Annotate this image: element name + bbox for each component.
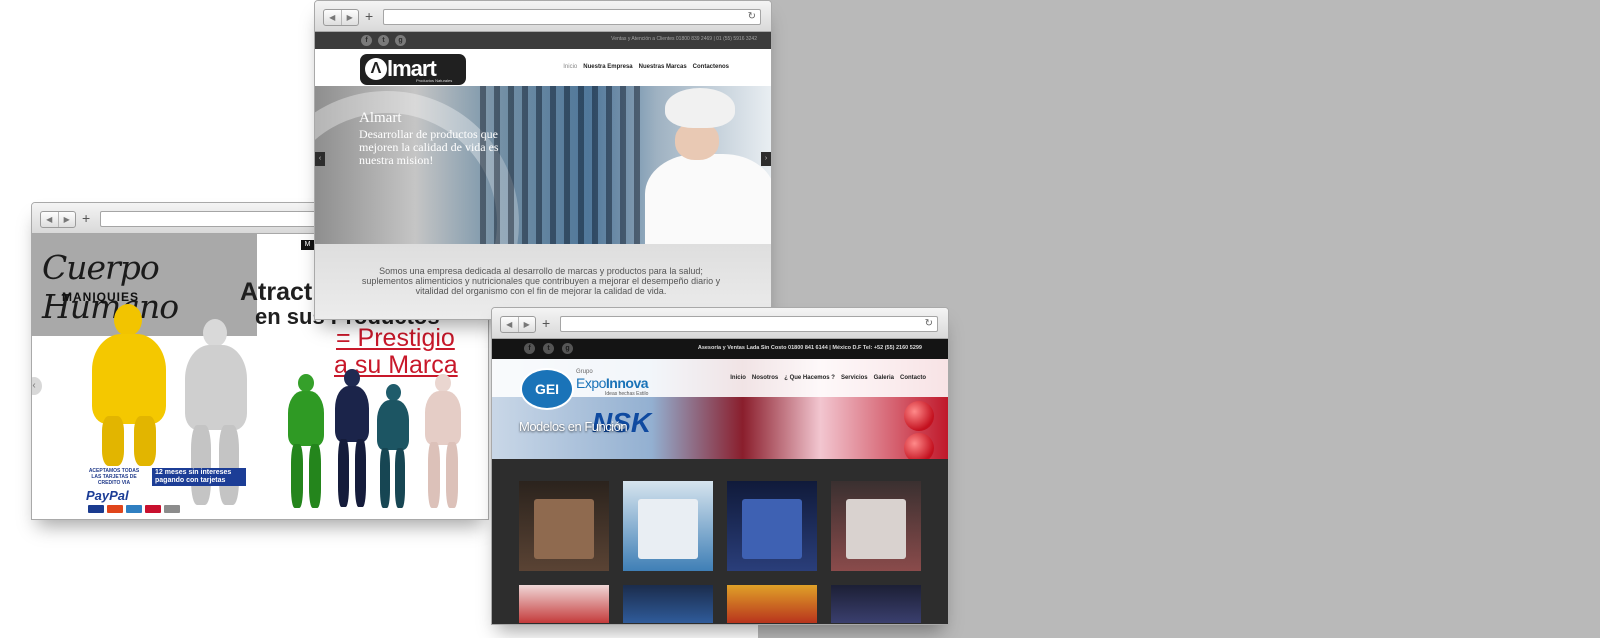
reload-icon[interactable]: ↻ xyxy=(748,10,756,24)
gallery-thumbnail[interactable] xyxy=(831,585,921,623)
nav-buttons: ◀ ▶ xyxy=(40,211,76,228)
browser-toolbar: ◀ ▶ + ↻ xyxy=(492,308,948,339)
main-nav: Inicio Nosotros ¿ Que Hacemos ? Servicio… xyxy=(730,375,926,381)
browser-window-almart: ◀ ▶ + ↻ f t g Ventas y Atención a Client… xyxy=(314,0,772,320)
address-bar[interactable]: ↻ xyxy=(560,316,938,332)
slider-prev-button[interactable]: ‹ xyxy=(315,152,325,166)
logo-innova: Innova xyxy=(605,375,649,391)
page-content: f t g Asesoría y Ventas Lada Sin Costo 0… xyxy=(492,339,948,624)
nav-item-marcas[interactable]: Nuestras Marcas xyxy=(639,64,687,70)
site-header: Λ lmart Productos Naturales Inicio Nuest… xyxy=(315,49,771,86)
card-logos xyxy=(88,505,180,513)
mastercard-icon xyxy=(107,505,123,513)
nav-item-galeria[interactable]: Galeria xyxy=(874,375,894,381)
payment-banner: ACEPTAMOS TODAS LAS TARJETAS DE CREDITO … xyxy=(82,468,268,516)
nav-item-empresa[interactable]: Nuestra Empresa xyxy=(583,64,632,70)
back-icon[interactable]: ◀ xyxy=(41,212,58,227)
nav-item-que-hacemos[interactable]: ¿ Que Hacemos ? xyxy=(784,375,835,381)
thumbnail-image xyxy=(846,499,906,559)
mannequin-navy xyxy=(330,369,374,509)
hero-decor-ball xyxy=(904,401,934,431)
slider-prev-button[interactable]: ‹ xyxy=(32,377,42,395)
nav-item-inicio[interactable]: Inicio xyxy=(730,375,746,381)
paypal-logo: PayPal xyxy=(86,488,129,503)
slider-next-button[interactable]: › xyxy=(761,152,771,166)
twitter-icon[interactable]: t xyxy=(543,343,554,354)
nav-buttons: ◀ ▶ xyxy=(500,316,536,333)
facebook-icon[interactable]: f xyxy=(361,35,372,46)
nav-item-contactenos[interactable]: Contactenos xyxy=(693,64,729,70)
hero-banner: NSK GEI Grupo ExpoInnova Ideas hechas Es… xyxy=(492,359,948,459)
gallery-thumbnail[interactable] xyxy=(623,585,713,623)
back-icon[interactable]: ◀ xyxy=(501,317,518,332)
bank-icon xyxy=(145,505,161,513)
logo-subtitle: MANIQUIES xyxy=(62,290,140,304)
top-contact-bar: f t g Asesoría y Ventas Lada Sin Costo 0… xyxy=(492,339,948,359)
hero-worker-cap xyxy=(665,88,735,128)
mannequin-teal xyxy=(372,384,414,509)
thumbnail-image xyxy=(534,499,594,559)
logo-expo: Expo xyxy=(576,375,606,391)
gallery-grid xyxy=(519,481,921,623)
nav-item-nosotros[interactable]: Nosotros xyxy=(752,375,778,381)
site-logo[interactable]: Λ lmart Productos Naturales xyxy=(360,54,466,85)
site-logo-icon[interactable]: GEI xyxy=(520,368,574,410)
reload-icon[interactable]: ↻ xyxy=(925,317,933,331)
bank-icon xyxy=(164,505,180,513)
twitter-icon[interactable]: t xyxy=(378,35,389,46)
visa-icon xyxy=(88,505,104,513)
headline-line-1: Atract xyxy=(240,278,313,306)
nav-item-servicios[interactable]: Servicios xyxy=(841,375,868,381)
amex-icon xyxy=(126,505,142,513)
logo-text: ExpoInnova xyxy=(576,375,649,391)
hero-title: Modelos en Función xyxy=(519,419,628,434)
mannequin-pink xyxy=(420,374,466,509)
top-contact-bar: f t g Ventas y Atención a Clientes 01800… xyxy=(315,32,771,49)
gallery-thumbnail[interactable] xyxy=(623,481,713,571)
gallery-thumbnail[interactable] xyxy=(831,481,921,571)
gallery-thumbnail[interactable] xyxy=(519,481,609,571)
nav-buttons: ◀ ▶ xyxy=(323,9,359,26)
hero-title: Almart xyxy=(359,110,402,126)
forward-icon[interactable]: ▶ xyxy=(340,10,359,25)
installments-text: 12 meses sin intereses pagando con tarje… xyxy=(152,468,246,486)
forward-icon[interactable]: ▶ xyxy=(57,212,76,227)
logo-subtitle: Productos Naturales xyxy=(416,78,453,83)
nav-item-inicio[interactable]: Inicio xyxy=(563,64,577,70)
contact-phones: Ventas y Atención a Clientes 01800 839 2… xyxy=(611,36,757,42)
mannequin-green xyxy=(282,374,330,509)
contact-phones: Asesoría y Ventas Lada Sin Costo 01800 8… xyxy=(697,345,922,351)
gallery-thumbnail[interactable] xyxy=(519,585,609,623)
gallery-thumbnail[interactable] xyxy=(727,585,817,623)
thumbnail-image xyxy=(638,499,698,559)
nav-item-contacto[interactable]: Contacto xyxy=(900,375,926,381)
hero-slider: Almart Desarrollar de productos que mejo… xyxy=(315,86,771,244)
thumbnail-image xyxy=(742,499,802,559)
gallery-thumbnail[interactable] xyxy=(727,481,817,571)
new-tab-icon[interactable]: + xyxy=(82,210,90,226)
payment-accept-text: ACEPTAMOS TODAS LAS TARJETAS DE CREDITO … xyxy=(88,468,140,486)
logo-mark-icon: Λ xyxy=(365,58,387,80)
browser-window-expo-innova: ◀ ▶ + ↻ f t g Asesoría y Ventas Lada Sin… xyxy=(491,307,949,625)
google-plus-icon[interactable]: g xyxy=(562,343,573,354)
about-text: Somos una empresa dedicada al desarrollo… xyxy=(361,266,721,296)
back-icon[interactable]: ◀ xyxy=(324,10,341,25)
hero-decor-ball xyxy=(904,433,934,459)
hero-text: Desarrollar de productos que mejoren la … xyxy=(359,127,499,167)
main-nav: Inicio Nuestra Empresa Nuestras Marcas C… xyxy=(563,64,729,70)
browser-toolbar: ◀ ▶ + ↻ xyxy=(315,1,771,32)
menu-tag[interactable]: M xyxy=(301,240,314,250)
new-tab-icon[interactable]: + xyxy=(365,8,373,24)
page-content: f t g Ventas y Atención a Clientes 01800… xyxy=(315,32,771,319)
facebook-icon[interactable]: f xyxy=(524,343,535,354)
logo-tagline: Ideas hechas Estilo xyxy=(605,391,649,397)
hero-worker-image xyxy=(645,154,771,244)
forward-icon[interactable]: ▶ xyxy=(517,317,536,332)
google-plus-icon[interactable]: g xyxy=(395,35,406,46)
mannequin-yellow xyxy=(84,304,174,466)
new-tab-icon[interactable]: + xyxy=(542,315,550,331)
address-bar[interactable]: ↻ xyxy=(383,9,761,25)
prestige-line-1: = Prestigio xyxy=(336,324,455,352)
